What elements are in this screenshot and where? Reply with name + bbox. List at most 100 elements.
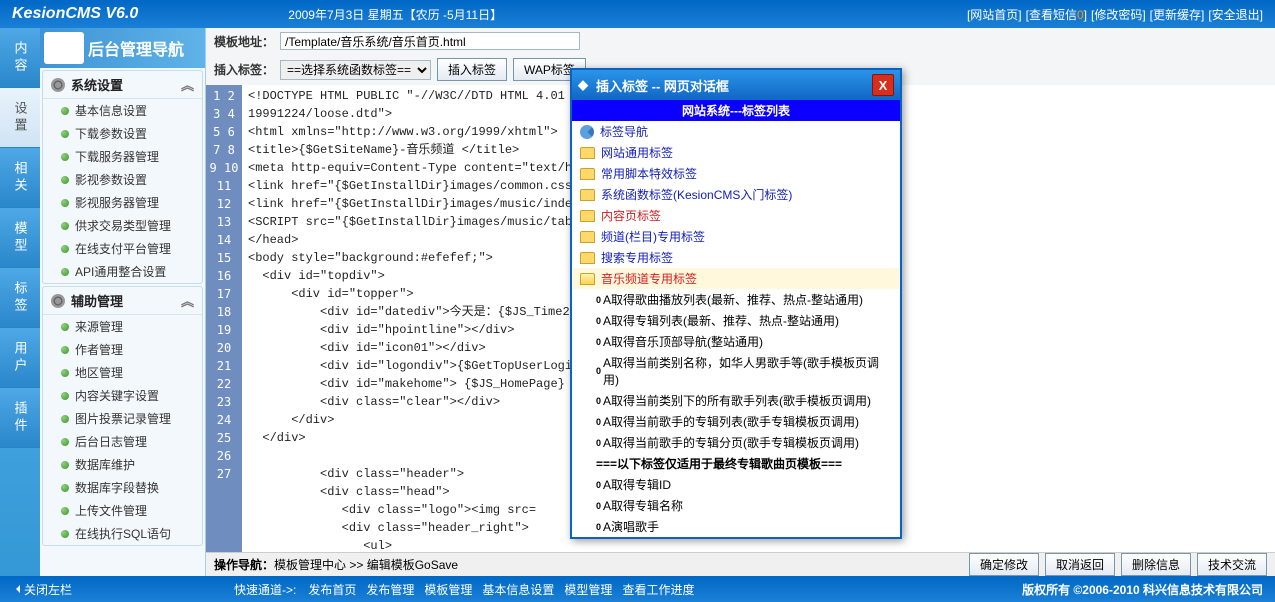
nav-item[interactable]: 后台日志管理 [43, 430, 202, 453]
tag-category[interactable]: 系统函数标签(KesionCMS入门标签) [572, 184, 900, 205]
tag-select[interactable]: ==选择系统函数标签== [280, 60, 431, 80]
tag-category[interactable]: 频道(栏目)专用标签 [572, 226, 900, 247]
tag-item[interactable]: 0A取得专辑名称 [572, 495, 900, 516]
section-header[interactable]: 系统设置 ︽ [43, 71, 202, 99]
bullet-icon [61, 461, 69, 469]
nav-item[interactable]: 上传文件管理 [43, 499, 202, 522]
nav-item[interactable]: 下载服务器管理 [43, 145, 202, 168]
insert-tag-button[interactable]: 插入标签 [437, 58, 507, 81]
quick-link[interactable]: 模型管理 [564, 583, 612, 597]
line-gutter: 1 2 3 4 5 6 7 8 9 10 11 12 13 14 15 16 1… [206, 85, 242, 552]
cat-related[interactable]: 相关 [0, 148, 40, 208]
tag-item[interactable]: 0A取得当前歌手的专辑分页(歌手专辑模板页调用) [572, 432, 900, 453]
folder-icon [580, 252, 595, 264]
tag-item[interactable]: 0A取得专辑列表(最新、推荐、热点-整站通用) [572, 310, 900, 331]
quick-link[interactable]: 查看工作进度 [622, 583, 694, 597]
nav-item[interactable]: 内容关键字设置 [43, 384, 202, 407]
tag-category[interactable]: 标签导航 [572, 121, 900, 142]
quick-links: 发布首页发布管理模板管理基本信息设置模型管理查看工作进度 [308, 581, 704, 598]
nav-item[interactable]: 来源管理 [43, 315, 202, 338]
nav-item[interactable]: 作者管理 [43, 338, 202, 361]
insert-label: 插入标签： [214, 61, 274, 78]
tag-item[interactable]: 0A取得当前歌手的专辑列表(歌手专辑模板页调用) [572, 411, 900, 432]
nav-header: 后台管理导航 [40, 28, 205, 68]
delete-button[interactable]: 删除信息 [1121, 553, 1191, 576]
bullet-icon [61, 130, 69, 138]
section-header[interactable]: 辅助管理 ︽ [43, 287, 202, 315]
quick-link[interactable]: 基本信息设置 [482, 583, 554, 597]
nav-item[interactable]: 影视服务器管理 [43, 191, 202, 214]
save-button[interactable]: 确定修改 [969, 553, 1039, 576]
tag-item[interactable]: 0A演唱歌手 [572, 516, 900, 537]
quick-link[interactable]: 发布管理 [366, 583, 414, 597]
tag-category[interactable]: 网站通用标签 [572, 142, 900, 163]
folder-icon [580, 210, 595, 222]
cat-model[interactable]: 模型 [0, 208, 40, 268]
tag-category[interactable]: 常用脚本特效标签 [572, 163, 900, 184]
gear-icon [51, 294, 65, 308]
sidebar: 内容 设置 相关 模型 标签 用户 插件 后台管理导航 系统设置 ︽ 基本信息设… [0, 28, 206, 576]
nav-item[interactable]: API通用整合设置 [43, 260, 202, 283]
nav-item[interactable]: 供求交易类型管理 [43, 214, 202, 237]
home-icon [580, 125, 594, 139]
tag-item[interactable]: 0A取得专辑ID [572, 474, 900, 495]
tag-item[interactable]: 0A取得歌曲播放列表(最新、推荐、热点-整站通用) [572, 289, 900, 310]
tech-button[interactable]: 技术交流 [1197, 553, 1267, 576]
nav-item[interactable]: 在线支付平台管理 [43, 237, 202, 260]
bullet-icon [61, 323, 69, 331]
cat-content[interactable]: 内容 [0, 28, 40, 88]
folder-icon [580, 147, 595, 159]
template-path-input[interactable] [280, 32, 580, 50]
path-label: 模板地址： [214, 33, 274, 50]
collapse-icon[interactable]: ︽ [181, 291, 194, 310]
quick-link[interactable]: 发布首页 [308, 583, 356, 597]
tag-item[interactable]: 0A取得当前类别名称，如华人男歌手等(歌手模板页调用) [572, 352, 900, 390]
link-exit[interactable]: [安全退出] [1208, 6, 1263, 23]
footer: 关闭左栏 快速通道->: 发布首页发布管理模板管理基本信息设置模型管理查看工作进… [0, 576, 1275, 602]
tag-category[interactable]: 内容页标签 [572, 205, 900, 226]
nav-item[interactable]: 下载参数设置 [43, 122, 202, 145]
cat-plugin[interactable]: 插件 [0, 388, 40, 448]
quick-label: 快速通道->: [234, 581, 296, 598]
cat-settings[interactable]: 设置 [0, 88, 40, 148]
nav-item[interactable]: 影视参数设置 [43, 168, 202, 191]
nav-item[interactable]: 图片投票记录管理 [43, 407, 202, 430]
tag-item[interactable]: 0A取得音乐顶部导航(整站通用) [572, 331, 900, 352]
nav-item[interactable]: 数据库字段替换 [43, 476, 202, 499]
nav-item[interactable]: 基本信息设置 [43, 99, 202, 122]
cat-tags[interactable]: 标签 [0, 268, 40, 328]
cat-user[interactable]: 用户 [0, 328, 40, 388]
bullet-icon [61, 176, 69, 184]
link-msg[interactable]: [查看短信0] [1026, 6, 1087, 23]
link-home[interactable]: [网站首页] [967, 6, 1022, 23]
gear-icon [51, 78, 65, 92]
nav-item[interactable]: 在线执行SQL语句 [43, 522, 202, 545]
link-pwd[interactable]: [修改密码] [1091, 6, 1146, 23]
close-sidebar-button[interactable]: 关闭左栏 [12, 581, 72, 598]
link-cache[interactable]: [更新缓存] [1150, 6, 1205, 23]
bullet-icon [61, 507, 69, 515]
tag-item[interactable]: 0A取得当前类别下的所有歌手列表(歌手模板页调用) [572, 390, 900, 411]
status-bar: 操作导航：模板管理中心 >> 编辑模板GoSave 确定修改 取消返回 删除信息… [206, 552, 1275, 576]
tag-category[interactable]: 音乐频道专用标签 [572, 268, 900, 289]
nav-item[interactable]: 数据库维护 [43, 453, 202, 476]
bullet-icon [61, 222, 69, 230]
top-bar: KesionCMS V6.0 2009年7月3日 星期五【农历 -5月11日】 … [0, 0, 1275, 28]
bullet-icon [61, 484, 69, 492]
tag-category[interactable]: 搜索专用标签 [572, 247, 900, 268]
dialog-titlebar[interactable]: ◆ 插入标签 -- 网页对话框 X [572, 70, 900, 100]
nav-section-aux: 辅助管理 ︽ 来源管理作者管理地区管理内容关键字设置图片投票记录管理后台日志管理… [42, 286, 203, 546]
collapse-icon[interactable]: ︽ [181, 75, 194, 94]
bullet-icon [61, 530, 69, 538]
quick-link[interactable]: 模板管理 [424, 583, 472, 597]
top-links: [网站首页] [查看短信0] [修改密码] [更新缓存] [安全退出] [967, 6, 1263, 23]
chevron-left-icon [12, 585, 20, 593]
insert-tag-dialog: ◆ 插入标签 -- 网页对话框 X 网站系统---标签列表 标签导航网站通用标签… [570, 68, 902, 539]
nav-section-system: 系统设置 ︽ 基本信息设置下载参数设置下载服务器管理影视参数设置影视服务器管理供… [42, 70, 203, 284]
nav-item[interactable]: 地区管理 [43, 361, 202, 384]
cancel-button[interactable]: 取消返回 [1045, 553, 1115, 576]
folder-icon [580, 189, 595, 201]
bullet-icon [61, 346, 69, 354]
copyright: 版权所有 ©2006-2010 科兴信息技术有限公司 [1022, 581, 1263, 598]
close-icon[interactable]: X [872, 74, 894, 96]
